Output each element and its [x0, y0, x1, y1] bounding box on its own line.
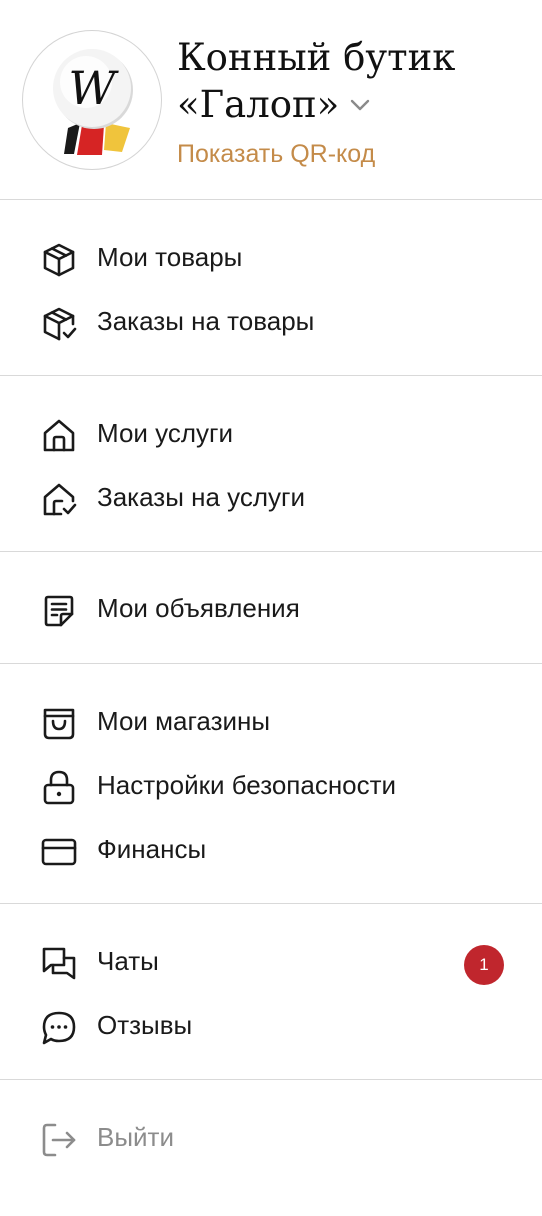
home-check-icon [40, 481, 78, 519]
shop-avatar[interactable]: W [22, 30, 162, 170]
menu-item-label: Мои объявления [97, 593, 300, 623]
document-icon [40, 592, 78, 630]
menu-item-label: Мои магазины [97, 706, 271, 736]
communication-section: Чаты 1 Отзывы [0, 904, 542, 1080]
menu-item-reviews[interactable]: Отзывы [0, 997, 542, 1053]
box-icon [40, 241, 78, 279]
menu-item-label: Заказы на товары [97, 306, 315, 336]
menu-item-label: Финансы [97, 834, 207, 864]
box-check-icon [40, 305, 78, 343]
menu-item-label: Мои товары [97, 242, 243, 272]
menu-item-security-settings[interactable]: Настройки безопасности [0, 757, 542, 813]
goods-section: Мои товары Заказы на товары [0, 200, 542, 376]
show-qr-code-link[interactable]: Показать QR-код [177, 138, 375, 170]
menu-item-label: Заказы на услуги [97, 482, 306, 512]
shop-name-dropdown[interactable]: Конный бутик «Галоп» [177, 34, 527, 128]
home-icon [40, 417, 78, 455]
shopping-bag-icon [40, 705, 78, 743]
logout-button[interactable]: Выйти [0, 1109, 542, 1165]
chat-bubbles-icon [40, 945, 78, 983]
menu-item-service-orders[interactable]: Заказы на услуги [0, 469, 542, 525]
menu-item-label: Настройки безопасности [97, 770, 397, 800]
account-section: Мои магазины Настройки безопасности Фина… [0, 664, 542, 904]
svg-text:W: W [68, 61, 119, 115]
comment-dots-icon [40, 1009, 78, 1047]
lock-icon [40, 769, 78, 807]
unread-count-badge: 1 [464, 945, 504, 985]
logout-icon [40, 1121, 78, 1159]
chevron-down-icon [351, 99, 370, 110]
logout-label: Выйти [97, 1122, 174, 1152]
account-header: W Конный бутик «Галоп» Показать QR-код [0, 0, 542, 200]
menu-item-goods-orders[interactable]: Заказы на товары [0, 293, 542, 349]
shop-name-line1: Конный бутик [177, 36, 456, 79]
menu-item-chats[interactable]: Чаты 1 [0, 933, 542, 989]
shop-logo: W [53, 49, 133, 155]
menu-item-label: Чаты [97, 946, 159, 976]
menu-item-finance[interactable]: Финансы [0, 821, 542, 877]
menu-item-my-goods[interactable]: Мои товары [0, 229, 542, 285]
shop-name-line2: «Галоп» [177, 83, 340, 126]
menu-item-my-services[interactable]: Мои услуги [0, 405, 542, 461]
menu-item-label: Мои услуги [97, 418, 234, 448]
menu-item-my-ads[interactable]: Мои объявления [0, 580, 542, 636]
menu-item-label: Отзывы [97, 1010, 193, 1040]
services-section: Мои услуги Заказы на услуги [0, 376, 542, 552]
menu-item-my-shops[interactable]: Мои магазины [0, 693, 542, 749]
ads-section: Мои объявления [0, 552, 542, 664]
credit-card-icon [40, 833, 78, 871]
